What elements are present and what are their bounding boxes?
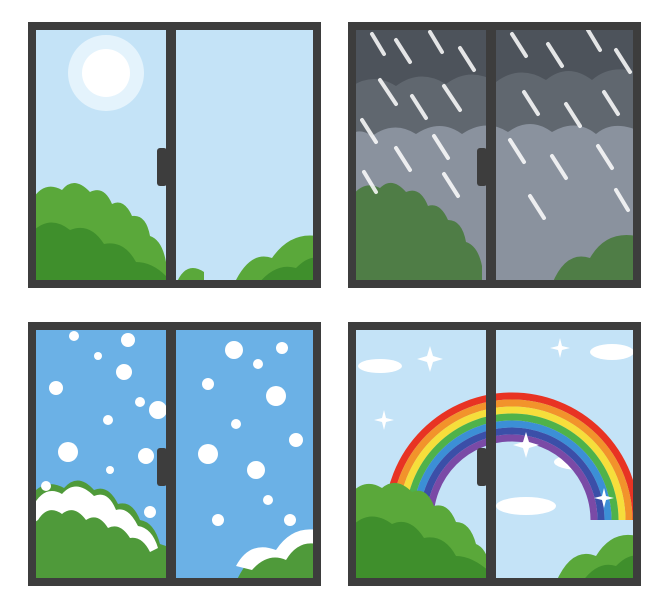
snowflake (225, 341, 243, 359)
snowy-window-mullion (166, 326, 176, 582)
weather-windows-illustration (28, 22, 641, 586)
rainbow-window-mullion (486, 326, 496, 582)
snowflake (41, 481, 51, 491)
snowflake (138, 448, 154, 464)
snowflake (49, 381, 63, 395)
snowflake (276, 342, 288, 354)
sun-icon (82, 49, 130, 97)
snowflake (289, 433, 303, 447)
cloud (358, 359, 402, 373)
snowy-window-handle (157, 448, 167, 486)
snowflake (135, 397, 145, 407)
snowflake (202, 378, 214, 390)
rainbow-window-handle (477, 448, 487, 486)
snowflake (231, 419, 241, 429)
snowflake (116, 364, 132, 380)
sunny-window-mullion (166, 26, 176, 284)
snowflake (58, 442, 78, 462)
snowflake (247, 461, 265, 479)
snowflake (121, 333, 135, 347)
cloud (496, 497, 556, 515)
rainy-window (348, 22, 641, 288)
snowy-window (28, 322, 321, 586)
snowflake (94, 352, 102, 360)
snowflake (149, 401, 167, 419)
rainbow-window (348, 322, 641, 586)
snowflake (212, 514, 224, 526)
snowflake (284, 514, 296, 526)
snowflake (253, 359, 263, 369)
snowflake (69, 331, 79, 341)
snowflake (106, 466, 114, 474)
rainy-window-handle (477, 148, 487, 186)
snowflake (198, 444, 218, 464)
rainy-window-mullion (486, 26, 496, 284)
sunny-window-handle (157, 148, 167, 186)
sunny-window (28, 22, 321, 288)
snowflake (144, 506, 156, 518)
snowflake (266, 386, 286, 406)
snowflake (263, 495, 273, 505)
snowflake (103, 415, 113, 425)
cloud (590, 344, 634, 360)
